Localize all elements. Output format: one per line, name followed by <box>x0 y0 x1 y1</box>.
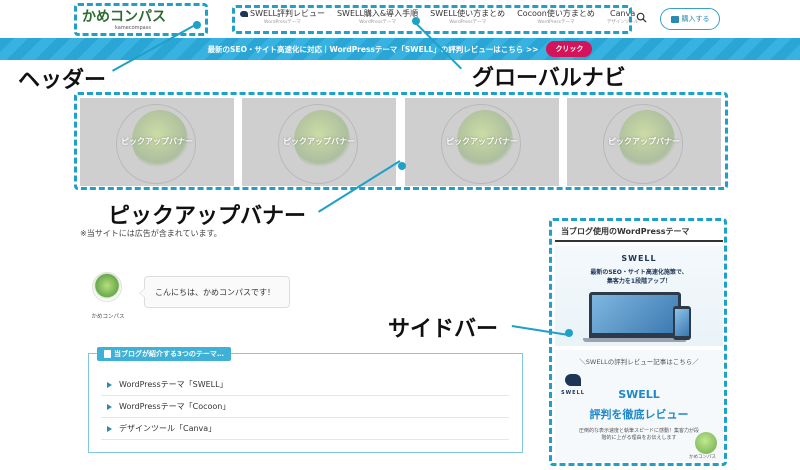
nav-sublabel: デザインツール <box>606 20 639 25</box>
speech-bubble: こんにちは、かめコンパスです！ <box>139 276 290 308</box>
pickup-banner-label: ピックアップバナー <box>283 137 355 146</box>
pickup-banner-label: ピックアップバナー <box>121 137 193 146</box>
list-item-label: WordPressテーマ「SWELL」 <box>119 380 228 389</box>
notice-text: 最新のSEO・サイト高速化に対応｜WordPressテーマ「SWELL」の評判レ… <box>207 44 539 54</box>
swell-catch-line2: 集客力を1段階アップ！ <box>606 278 672 285</box>
laptop-base <box>583 338 687 342</box>
phone-mockup <box>673 306 691 340</box>
review-description: 圧倒的な表示速度と執筆スピードに感動！集客力が段階的に上がる理由をお伝えします <box>579 428 700 441</box>
nav-item-cocoon-howto[interactable]: Cocoon使い方まとめ WordPressテーマ <box>511 8 601 34</box>
swell-review-banner[interactable]: ＼SWELLの評判レビュー記事はこちら／ SWELL SWELL 評判を徹底レビ… <box>555 350 723 462</box>
nav-label: SWELL評判レビュー <box>250 9 325 18</box>
site-header: かめコンパス kamecompass SWELL評判レビュー WordPress… <box>0 0 800 38</box>
nav-item-swell-review[interactable]: SWELL評判レビュー WordPressテーマ <box>234 8 331 34</box>
logo-text: かめコンパス <box>82 9 166 25</box>
swell-bird-icon <box>240 10 248 17</box>
list-item[interactable]: WordPressテーマ「SWELL」 <box>101 374 509 396</box>
buy-button-label: 購入する <box>681 15 710 23</box>
list-item-label: デザインツール「Canva」 <box>119 424 217 433</box>
triangle-right-icon <box>107 425 112 432</box>
buy-button[interactable]: 購入する <box>660 8 720 30</box>
author-name: かめコンパス <box>91 314 125 320</box>
pickup-banner-4[interactable]: ピックアップバナー <box>567 98 721 186</box>
pickup-banner-label: ピックアップバナー <box>446 137 518 146</box>
triangle-right-icon <box>107 381 112 388</box>
pickup-banner-3[interactable]: ピックアップバナー <box>405 98 559 186</box>
pickup-banners: ピックアップバナー ピックアップバナー ピックアップバナー ピックアップバナー <box>80 98 724 188</box>
logo-subtext: kamecompass <box>115 25 151 31</box>
nav-sublabel: WordPressテーマ <box>537 20 575 25</box>
pickup-annotation: ピックアップバナー <box>108 204 307 229</box>
author-avatar <box>92 272 122 302</box>
notice-bar[interactable]: 最新のSEO・サイト高速化に対応｜WordPressテーマ「SWELL」の評判レ… <box>0 38 800 60</box>
pickup-pointer-dot <box>398 162 406 170</box>
nav-label: Canva <box>610 9 636 18</box>
pickup-banner-1[interactable]: ピックアップバナー <box>80 98 234 186</box>
list-item[interactable]: WordPressテーマ「Cocoon」 <box>101 396 509 418</box>
list-item[interactable]: デザインツール「Canva」 <box>101 418 509 440</box>
swell-catch-line1: 最新のSEO・サイト高速化施策で、 <box>590 269 688 276</box>
turtle-mascot <box>695 432 717 454</box>
search-icon[interactable] <box>636 12 647 23</box>
header-annotation: ヘッダー <box>18 68 107 93</box>
nav-sublabel: WordPressテーマ <box>264 20 301 25</box>
theme-list-title-text: 当ブログが紹介する3つのテーマ… <box>114 350 224 358</box>
swell-catchcopy: 最新のSEO・サイト高速化施策で、 集客力を1段階アップ！ <box>555 268 723 286</box>
nav-item-swell-purchase[interactable]: SWELL購入&導入手順 WordPressテーマ <box>331 8 424 34</box>
nav-label: SWELL購入&導入手順 <box>336 9 419 18</box>
sidebar: 当ブログ使用のWordPressテーマ SWELL 最新のSEO・サイト高速化施… <box>555 222 723 462</box>
nav-label: SWELL使い方まとめ <box>430 9 506 18</box>
laptop-mockup <box>589 292 681 338</box>
global-nav: SWELL評判レビュー WordPressテーマ SWELL購入&導入手順 Wo… <box>234 8 638 34</box>
triangle-right-icon <box>107 403 112 410</box>
theme-list-box: 当ブログが紹介する3つのテーマ… WordPressテーマ「SWELL」 Wor… <box>88 347 523 453</box>
nav-item-swell-howto[interactable]: SWELL使い方まとめ WordPressテーマ <box>424 8 511 34</box>
swell-logo: SWELL <box>621 254 657 263</box>
review-title-line2: 評判を徹底レビュー <box>589 408 689 421</box>
nav-sublabel: WordPressテーマ <box>359 20 397 25</box>
sidebar-widget-title: 当ブログ使用のWordPressテーマ <box>555 222 723 242</box>
notice-click-button[interactable]: クリック <box>546 41 593 57</box>
book-icon <box>104 350 111 358</box>
sidebar-annotation: サイドバー <box>388 317 499 342</box>
speech-text: こんにちは、かめコンパスです！ <box>155 287 275 297</box>
theme-list: WordPressテーマ「SWELL」 WordPressテーマ「Cocoon」… <box>101 374 509 440</box>
swell-ad-banner[interactable]: SWELL 最新のSEO・サイト高速化施策で、 集客力を1段階アップ！ <box>555 246 723 346</box>
nav-sublabel: WordPressテーマ <box>449 20 487 25</box>
cart-icon <box>670 15 679 23</box>
review-banner-heading: ＼SWELLの評判レビュー記事はこちら／ <box>579 358 699 366</box>
theme-list-title: 当ブログが紹介する3つのテーマ… <box>97 347 231 361</box>
list-item-label: WordPressテーマ「Cocoon」 <box>119 402 231 411</box>
review-title-line1: SWELL <box>618 388 660 401</box>
nav-label: Cocoon使い方まとめ <box>517 9 595 18</box>
swell-bird-icon <box>565 374 581 386</box>
pickup-banner-label: ピックアップバナー <box>608 137 680 146</box>
global-nav-annotation: グローバルナビ <box>472 66 626 91</box>
pickup-banner-2[interactable]: ピックアップバナー <box>242 98 396 186</box>
turtle-mascot-label: かめコンパス <box>689 455 716 460</box>
